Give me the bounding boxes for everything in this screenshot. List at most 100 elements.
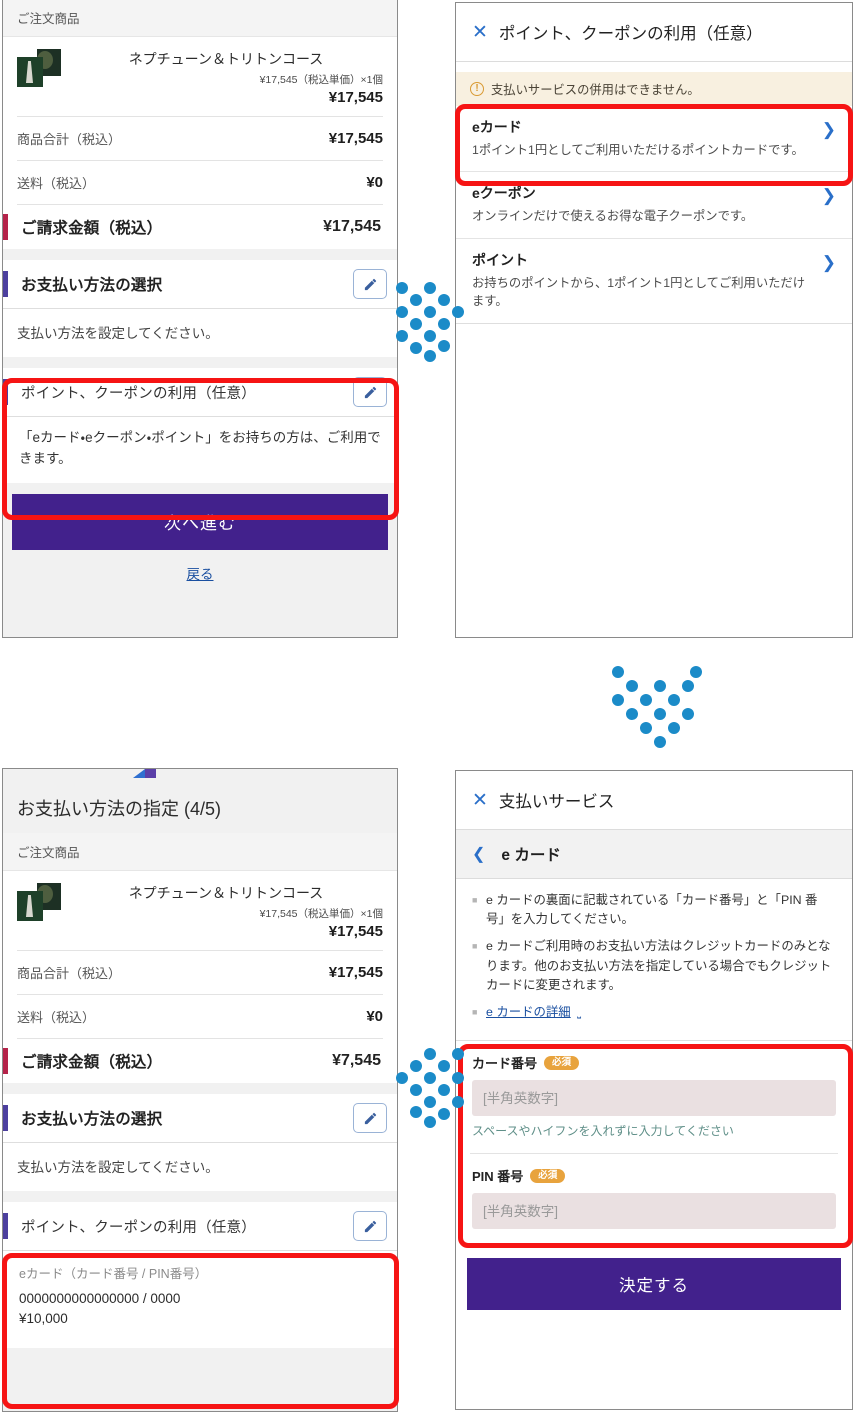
dotted-arrow-left <box>396 1044 466 1128</box>
warning-exclamation-icon: ! <box>470 82 484 96</box>
points-coupon-card: ポイント、クーポンの利用（任意） 「eカード・eクーポン・ポイント」をお持ちの方… <box>3 368 397 483</box>
confirm-button[interactable]: 決定する <box>467 1258 841 1311</box>
card-number-label: カード番号 必須 <box>472 1053 836 1072</box>
pencil-icon <box>364 386 376 398</box>
panel-ecard-entry-modal: ✕ 支払いサービス ❮ e カード ■ e カードの裏面に記載されている「カード… <box>455 770 853 1410</box>
product-unit-price: ¥17,545（税込単価）×1個 <box>259 74 383 86</box>
accent-bar-purple <box>3 1105 8 1131</box>
page-title: お支払い方法の指定 (4/5) <box>17 799 222 819</box>
panel-checkout-step-before: ご注文商品 ネプチューン＆トリトンコース ¥17,545（税込単価）×1個 ¥1… <box>2 0 398 638</box>
order-section-header: ご注文商品 <box>3 0 397 37</box>
edit-points-coupon-button[interactable] <box>353 377 387 407</box>
modal-header: ✕ ポイント、クーポンの利用（任意） <box>456 3 852 62</box>
shipping-value: ¥0 <box>366 174 383 191</box>
billing-total-row: ご請求金額（税込） ¥17,545 <box>3 205 397 249</box>
accent-bar-crimson <box>3 214 8 240</box>
panel-points-coupon-modal: ✕ ポイント、クーポンの利用（任意） ! 支払いサービスの併用はできません。 e… <box>455 2 853 638</box>
close-icon[interactable]: ✕ <box>472 791 488 810</box>
required-badge: 必須 <box>530 1168 566 1184</box>
service-name: ポイント <box>472 251 528 268</box>
points-coupon-card: ポイント、クーポンの利用（任意） eカード（カード番号 / PIN番号） 000… <box>3 1202 397 1348</box>
accent-bar-purple <box>3 271 8 297</box>
billing-total-value: ¥7,545 <box>332 1052 381 1069</box>
service-item-points[interactable]: ポイント お持ちのポイントから、1ポイント1円としてご利用いただけます。 ❯ <box>456 237 852 323</box>
applied-ecard-amount: ¥10,000 <box>19 1311 68 1327</box>
service-name: eクーポン <box>472 185 536 202</box>
payment-method-card: お支払い方法の選択 支払い方法を設定してください。 <box>3 1094 397 1191</box>
instruction-item: ■ e カードの裏面に記載されている「カード番号」と「PIN 番号」を入力してく… <box>472 891 836 929</box>
bullet-dot-icon: ■ <box>472 941 478 952</box>
points-coupon-title: ポイント、クーポンの利用（任意） <box>21 385 256 402</box>
order-items-card: ご注文商品 ネプチューン＆トリトンコース ¥17,545（税込単価）×1個 ¥1… <box>3 833 397 1083</box>
service-item-ecard[interactable]: eカード 1ポイント1円としてご利用いただけるポイントカードです。 ❯ <box>456 106 852 172</box>
dotted-arrow-down <box>612 666 702 754</box>
pin-number-label-text: PIN 番号 <box>472 1169 524 1185</box>
service-desc: 1ポイント1円としてご利用いただけるポイントカードです。 <box>472 143 804 157</box>
ecard-instructions: ■ e カードの裏面に記載されている「カード番号」と「PIN 番号」を入力してく… <box>456 879 852 1041</box>
shipping-value: ¥0 <box>366 1008 383 1025</box>
modal-title: 支払いサービス <box>498 793 615 811</box>
instruction-item-link: ■ e カードの詳細 ⎵ <box>472 1003 836 1022</box>
subtotal-value: ¥17,545 <box>328 964 383 981</box>
payment-method-card: お支払い方法の選択 支払い方法を設定してください。 <box>3 260 397 357</box>
gap <box>3 1191 397 1202</box>
gap <box>3 1083 397 1094</box>
service-desc: オンラインだけで使えるお得な電子クーポンです。 <box>472 209 754 224</box>
warning-text: 支払いサービスの併用はできません。 <box>491 83 700 97</box>
accent-bar-purple <box>3 1213 8 1239</box>
subtotal-label: 商品合計（税込） <box>17 966 122 981</box>
edit-payment-method-button[interactable] <box>353 1103 387 1133</box>
accent-bar-purple <box>3 379 8 405</box>
card-number-field-block: カード番号 必須 スペースやハイフンを入れずに入力してください <box>456 1041 852 1154</box>
bullet-dot-icon: ■ <box>472 1007 478 1018</box>
service-item-ecoupon[interactable]: eクーポン オンラインだけで使えるお得な電子クーポンです。 ❯ <box>456 171 852 238</box>
card-number-input[interactable] <box>472 1080 836 1117</box>
browser-logo-strip <box>3 769 397 781</box>
product-name: ネプチューン＆トリトンコース <box>128 51 324 67</box>
edit-payment-method-button[interactable] <box>353 269 387 299</box>
applied-ecard-block: eカード（カード番号 / PIN番号） 0000000000000000 / 0… <box>3 1251 397 1348</box>
instruction-text: e カードの裏面に記載されている「カード番号」と「PIN 番号」を入力してくださ… <box>486 893 818 927</box>
chevron-right-icon: ❯ <box>821 120 836 139</box>
product-thumbnail <box>17 49 61 89</box>
shipping-label: 送料（税込） <box>17 1010 96 1025</box>
pin-number-label: PIN 番号 必須 <box>472 1166 836 1185</box>
chevron-right-icon: ❯ <box>821 252 836 272</box>
subtotal-label: 商品合計（税込） <box>17 132 122 147</box>
product-name: ネプチューン＆トリトンコース <box>128 885 324 901</box>
product-thumbnail <box>17 883 61 923</box>
applied-ecard-label: eカード（カード番号 / PIN番号） <box>19 1267 208 1281</box>
payment-method-note: 支払い方法を設定してください。 <box>3 309 397 357</box>
chevron-left-icon[interactable]: ❮ <box>472 844 485 864</box>
payment-method-note: 支払い方法を設定してください。 <box>3 1143 397 1191</box>
pencil-icon <box>364 1220 376 1232</box>
pencil-icon <box>364 278 376 290</box>
payment-method-title: お支払い方法の選択 <box>21 277 163 294</box>
ecard-detail-link[interactable]: e カードの詳細 <box>486 1005 571 1019</box>
bullet-dot-icon: ■ <box>472 895 478 905</box>
billing-total-label: ご請求金額（税込） <box>21 220 163 237</box>
points-coupon-header: ポイント、クーポンの利用（任意） <box>3 368 397 416</box>
product-line-total: ¥17,545 <box>328 923 383 940</box>
next-step-button[interactable]: 次へ進む <box>12 493 388 550</box>
card-number-label-text: カード番号 <box>472 1056 538 1072</box>
product-row: ネプチューン＆トリトンコース ¥17,545（税込単価）×1個 ¥17,545 <box>3 871 397 950</box>
close-icon[interactable]: ✕ <box>472 23 488 42</box>
product-line-total: ¥17,545 <box>328 89 383 106</box>
accent-bar-crimson <box>3 1048 8 1074</box>
subtotal-row: 商品合計（税込） ¥17,545 <box>3 951 397 994</box>
product-row: ネプチューン＆トリトンコース ¥17,545（税込単価）×1個 ¥17,545 <box>3 37 397 116</box>
instruction-text: e カードご利用時のお支払い方法はクレジットカードのみとなります。他のお支払い方… <box>486 939 832 992</box>
shipping-row: 送料（税込） ¥0 <box>3 161 397 204</box>
points-coupon-note: 「eカード・eクーポン・ポイント」をお持ちの方は、ご利用できます。 <box>3 417 397 483</box>
dotted-arrow-right <box>396 278 466 362</box>
subtotal-row: 商品合計（税込） ¥17,545 <box>3 117 397 160</box>
edit-points-coupon-button[interactable] <box>353 1211 387 1241</box>
modal-title: ポイント、クーポンの利用（任意） <box>498 25 763 43</box>
back-link[interactable]: 戻る <box>3 550 397 583</box>
service-name: eカード <box>472 119 522 135</box>
pencil-icon <box>364 1112 376 1124</box>
ecard-sub-header: ❮ e カード <box>456 830 852 879</box>
pin-number-input[interactable] <box>472 1193 836 1230</box>
screenshot-stage: ご注文商品 ネプチューン＆トリトンコース ¥17,545（税込単価）×1個 ¥1… <box>0 0 854 1412</box>
